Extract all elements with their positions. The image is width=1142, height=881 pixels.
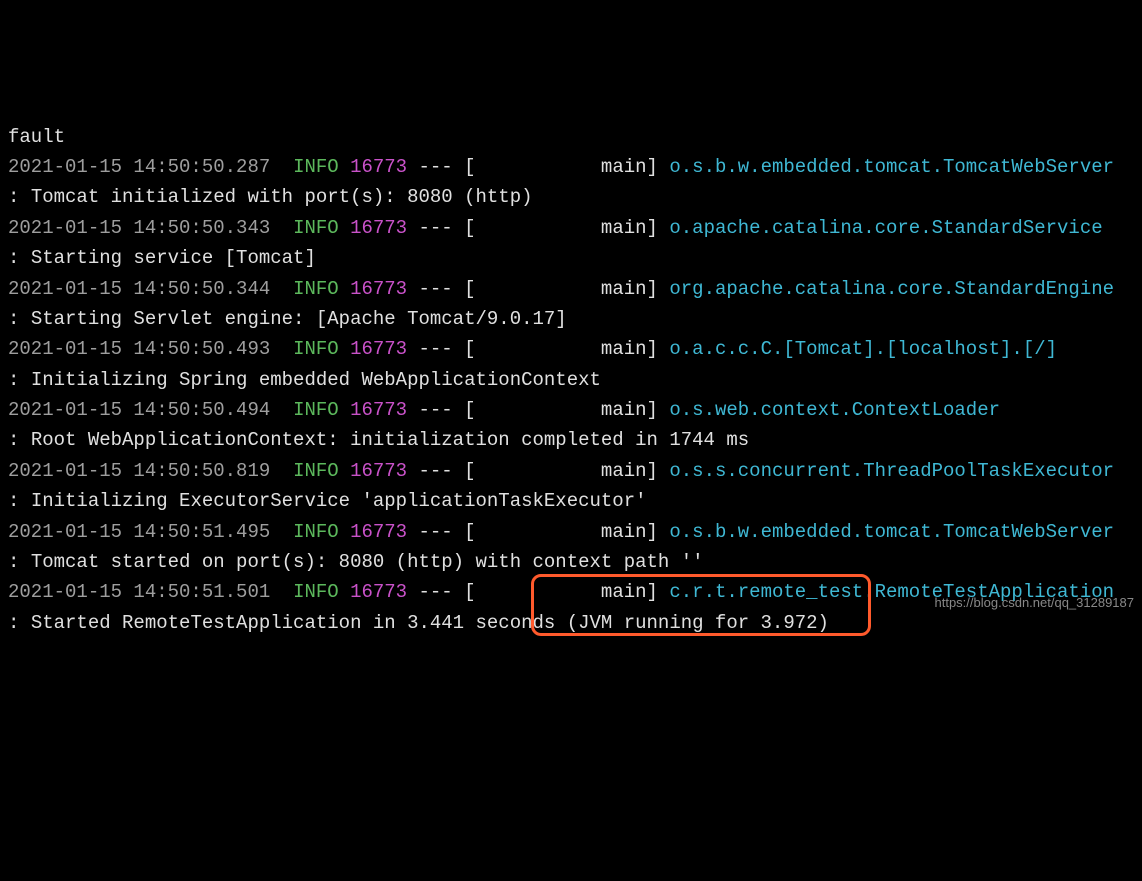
separator: --- [ xyxy=(407,460,475,482)
logger: org.apache.catalina.core.StandardEngine xyxy=(669,278,1114,300)
log-level: INFO xyxy=(293,399,339,421)
timestamp: 2021-01-15 14:50:50.344 xyxy=(8,278,270,300)
pid: 16773 xyxy=(350,278,407,300)
separator: --- [ xyxy=(407,338,475,360)
separator: --- [ xyxy=(407,278,475,300)
pid: 16773 xyxy=(350,521,407,543)
timestamp: 2021-01-15 14:50:50.343 xyxy=(8,217,270,239)
log-level: INFO xyxy=(293,521,339,543)
timestamp: 2021-01-15 14:50:51.495 xyxy=(8,521,270,543)
thread: main] xyxy=(476,399,670,421)
timestamp: 2021-01-15 14:50:51.501 xyxy=(8,581,270,603)
separator: --- [ xyxy=(407,521,475,543)
log-level: INFO xyxy=(293,278,339,300)
logger: o.s.b.w.embedded.tomcat.TomcatWebServer xyxy=(669,156,1114,178)
pid: 16773 xyxy=(350,156,407,178)
thread: main] xyxy=(476,217,670,239)
message: Starting Servlet engine: [Apache Tomcat/… xyxy=(31,308,567,330)
logger: o.s.s.concurrent.ThreadPoolTaskExecutor xyxy=(669,460,1114,482)
logger: o.a.c.c.C.[Tomcat].[localhost].[/] xyxy=(669,338,1057,360)
logger: o.s.b.w.embedded.tomcat.TomcatWebServer xyxy=(669,521,1114,543)
pid: 16773 xyxy=(350,460,407,482)
pid: 16773 xyxy=(350,581,407,603)
message: Initializing ExecutorService 'applicatio… xyxy=(31,490,647,512)
thread: main] xyxy=(476,460,670,482)
truncated-text: fault xyxy=(8,126,65,148)
separator: --- [ xyxy=(407,156,475,178)
message: Starting service [Tomcat] xyxy=(31,247,316,269)
log-level: INFO xyxy=(293,217,339,239)
separator: --- [ xyxy=(407,217,475,239)
pid: 16773 xyxy=(350,217,407,239)
timestamp: 2021-01-15 14:50:50.494 xyxy=(8,399,270,421)
message: Root WebApplicationContext: initializati… xyxy=(31,429,749,451)
logger: o.s.web.context.ContextLoader xyxy=(669,399,1000,421)
log-level: INFO xyxy=(293,581,339,603)
timestamp: 2021-01-15 14:50:50.819 xyxy=(8,460,270,482)
pid: 16773 xyxy=(350,399,407,421)
separator: --- [ xyxy=(407,399,475,421)
log-level: INFO xyxy=(293,338,339,360)
log-level: INFO xyxy=(293,156,339,178)
thread: main] xyxy=(476,156,670,178)
message: Initializing Spring embedded WebApplicat… xyxy=(31,369,601,391)
message: Tomcat started on port(s): 8080 (http) w… xyxy=(31,551,704,573)
log-output: fault 2021-01-15 14:50:50.287 INFO 16773… xyxy=(8,122,1134,669)
pid: 16773 xyxy=(350,338,407,360)
thread: main] xyxy=(476,278,670,300)
separator: --- [ xyxy=(407,581,475,603)
timestamp: 2021-01-15 14:50:50.287 xyxy=(8,156,270,178)
watermark-text: https://blog.csdn.net/qq_31289187 xyxy=(935,593,1135,614)
thread: main] xyxy=(476,581,670,603)
thread: main] xyxy=(476,521,670,543)
message: Tomcat initialized with port(s): 8080 (h… xyxy=(31,186,533,208)
logger: o.apache.catalina.core.StandardService xyxy=(669,217,1102,239)
message: Started RemoteTestApplication in 3.441 s… xyxy=(31,612,829,634)
timestamp: 2021-01-15 14:50:50.493 xyxy=(8,338,270,360)
thread: main] xyxy=(476,338,670,360)
log-level: INFO xyxy=(293,460,339,482)
